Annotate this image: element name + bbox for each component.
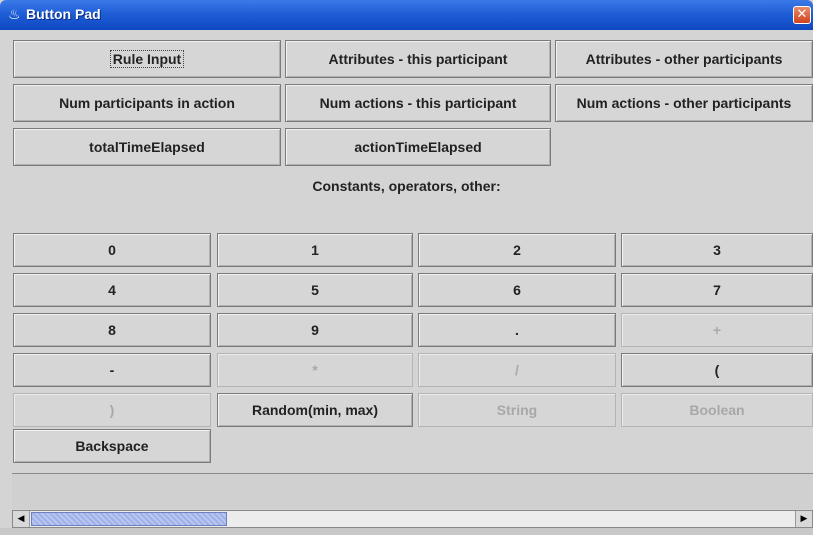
attributes-this-participant-button[interactable]: Attributes - this participant bbox=[285, 40, 551, 78]
divide-button[interactable]: / bbox=[418, 353, 616, 387]
nine-button[interactable]: 9 bbox=[217, 313, 413, 347]
four-button[interactable]: 4 bbox=[13, 273, 211, 307]
multiply-button[interactable]: * bbox=[217, 353, 413, 387]
one-button[interactable]: 1 bbox=[217, 233, 413, 267]
java-cup-icon: ♨ bbox=[8, 7, 21, 23]
num-participants-in-action-button[interactable]: Num participants in action bbox=[13, 84, 281, 122]
close-paren-button[interactable]: ) bbox=[13, 393, 211, 427]
plus-button[interactable]: + bbox=[621, 313, 813, 347]
six-button[interactable]: 6 bbox=[418, 273, 616, 307]
close-button[interactable]: ✕ bbox=[793, 6, 811, 24]
window-bottom-edge bbox=[0, 528, 813, 535]
num-actions-this-participant-button[interactable]: Num actions - this participant bbox=[285, 84, 551, 122]
backspace-button[interactable]: Backspace bbox=[13, 429, 211, 463]
two-button[interactable]: 2 bbox=[418, 233, 616, 267]
close-icon: ✕ bbox=[796, 7, 808, 22]
zero-button[interactable]: 0 bbox=[13, 233, 211, 267]
eight-button[interactable]: 8 bbox=[13, 313, 211, 347]
constants-section-label: Constants, operators, other: bbox=[312, 178, 501, 194]
scroll-left-icon[interactable]: ◀ bbox=[13, 511, 30, 527]
scrollbar-thumb[interactable] bbox=[31, 512, 227, 526]
decimal-button[interactable]: . bbox=[418, 313, 616, 347]
rule-input-button[interactable]: Rule Input bbox=[13, 40, 281, 78]
minus-button[interactable]: - bbox=[13, 353, 211, 387]
num-actions-other-participants-button[interactable]: Num actions - other participants bbox=[555, 84, 813, 122]
scroll-right-icon[interactable]: ▶ bbox=[795, 511, 812, 527]
boolean-button[interactable]: Boolean bbox=[621, 393, 813, 427]
seven-button[interactable]: 7 bbox=[621, 273, 813, 307]
title-bar[interactable]: ♨ Button Pad ✕ bbox=[0, 0, 813, 30]
rule-input-label: Rule Input bbox=[109, 50, 185, 68]
action-time-elapsed-button[interactable]: actionTimeElapsed bbox=[285, 128, 551, 166]
window-title: Button Pad bbox=[26, 6, 101, 22]
five-button[interactable]: 5 bbox=[217, 273, 413, 307]
status-panel bbox=[12, 473, 813, 509]
string-button[interactable]: String bbox=[418, 393, 616, 427]
three-button[interactable]: 3 bbox=[621, 233, 813, 267]
random-min-max-button[interactable]: Random(min, max) bbox=[217, 393, 413, 427]
total-time-elapsed-button[interactable]: totalTimeElapsed bbox=[13, 128, 281, 166]
open-paren-button[interactable]: ( bbox=[621, 353, 813, 387]
attributes-other-participants-button[interactable]: Attributes - other participants bbox=[555, 40, 813, 78]
horizontal-scrollbar[interactable]: ◀ ▶ bbox=[12, 510, 813, 528]
